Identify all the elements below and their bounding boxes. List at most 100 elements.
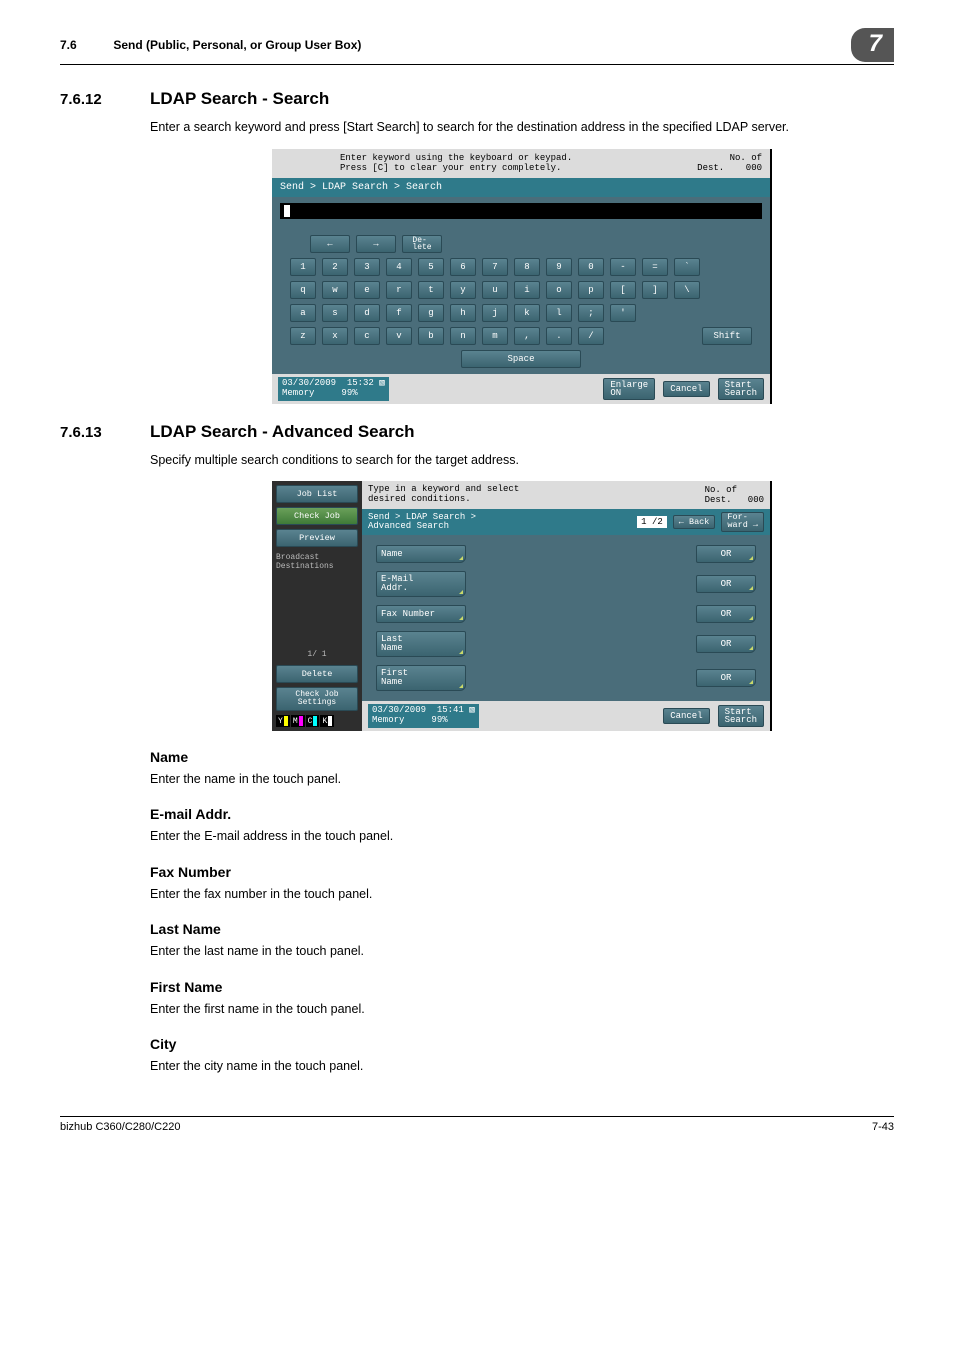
key-6[interactable]: 6 — [450, 258, 476, 276]
key-3[interactable]: 3 — [354, 258, 380, 276]
scr2-mempct: 99% — [431, 715, 447, 725]
scr1-dest-count: 000 — [746, 163, 762, 173]
key-f[interactable]: f — [386, 304, 412, 322]
key-,[interactable]: , — [514, 327, 540, 345]
key-d[interactable]: d — [354, 304, 380, 322]
key-\[interactable]: \ — [674, 281, 700, 299]
key-4[interactable]: 4 — [386, 258, 412, 276]
or-button[interactable]: OR — [696, 635, 756, 653]
key-1[interactable]: 1 — [290, 258, 316, 276]
cancel-button[interactable]: Cancel — [663, 381, 709, 397]
delete-button[interactable]: Delete — [276, 665, 358, 683]
key-o[interactable]: o — [546, 281, 572, 299]
key-b[interactable]: b — [418, 327, 444, 345]
section-title: LDAP Search - Advanced Search — [150, 422, 415, 442]
key-c[interactable]: c — [354, 327, 380, 345]
key-n[interactable]: n — [450, 327, 476, 345]
key-9[interactable]: 9 — [546, 258, 572, 276]
scr2-msg2: desired conditions. — [368, 495, 705, 505]
job-list-tab[interactable]: Job List — [276, 485, 358, 503]
key-i[interactable]: i — [514, 281, 540, 299]
key-k[interactable]: k — [514, 304, 540, 322]
key-z[interactable]: z — [290, 327, 316, 345]
key-][interactable]: ] — [642, 281, 668, 299]
field-heading-last: Last Name — [150, 921, 894, 937]
key-a[interactable]: a — [290, 304, 316, 322]
broadcast-label: Broadcast Destinations — [276, 551, 358, 573]
field-para-last: Enter the last name in the touch panel. — [150, 943, 894, 961]
scr2-page: 1 /2 — [637, 516, 667, 528]
key-;[interactable]: ; — [578, 304, 604, 322]
key-8[interactable]: 8 — [514, 258, 540, 276]
key-l[interactable]: l — [546, 304, 572, 322]
back-button[interactable]: ← Back — [673, 515, 716, 529]
key-0[interactable]: 0 — [578, 258, 604, 276]
or-button[interactable]: OR — [696, 575, 756, 593]
cancel-button[interactable]: Cancel — [663, 708, 709, 724]
key-`[interactable]: ` — [674, 258, 700, 276]
scr2-dest-label: No. of Dest. — [705, 485, 737, 505]
field-first-name[interactable]: First Name — [376, 665, 466, 691]
or-button[interactable]: OR — [696, 605, 756, 623]
key-q[interactable]: q — [290, 281, 316, 299]
key-s[interactable]: s — [322, 304, 348, 322]
key-5[interactable]: 5 — [418, 258, 444, 276]
field-name[interactable]: Name — [376, 545, 466, 563]
key-'[interactable]: ' — [610, 304, 636, 322]
key-.[interactable]: . — [546, 327, 572, 345]
key-j[interactable]: j — [482, 304, 508, 322]
key-t[interactable]: t — [418, 281, 444, 299]
section-7-6-13-heading: 7.6.13 LDAP Search - Advanced Search — [60, 422, 894, 442]
key-y[interactable]: y — [450, 281, 476, 299]
page-footer: bizhub C360/C280/C220 7-43 — [60, 1116, 894, 1133]
start-search-button[interactable]: Start Search — [718, 705, 764, 727]
preview-tab[interactable]: Preview — [276, 529, 358, 547]
scr1-input[interactable] — [280, 203, 762, 219]
key-[[interactable]: [ — [610, 281, 636, 299]
section-7-6-12-para: Enter a search keyword and press [Start … — [150, 119, 894, 137]
check-job-settings-button[interactable]: Check Job Settings — [276, 687, 358, 711]
key-u[interactable]: u — [482, 281, 508, 299]
key-w[interactable]: w — [322, 281, 348, 299]
start-search-button[interactable]: Start Search — [718, 378, 764, 400]
section-number: 7.6.13 — [60, 424, 150, 441]
key-r[interactable]: r — [386, 281, 412, 299]
header-section-title: Send (Public, Personal, or Group User Bo… — [113, 38, 361, 52]
key-p[interactable]: p — [578, 281, 604, 299]
key-x[interactable]: x — [322, 327, 348, 345]
check-job-tab[interactable]: Check Job — [276, 507, 358, 525]
field-para-first: Enter the first name in the touch panel. — [150, 1001, 894, 1019]
key-space[interactable]: Space — [461, 350, 581, 368]
key-arrow-left[interactable]: ← — [310, 235, 350, 253]
or-button[interactable]: OR — [696, 669, 756, 687]
enlarge-button[interactable]: Enlarge ON — [603, 378, 655, 400]
key-arrow-right[interactable]: → — [356, 235, 396, 253]
field-para-email: Enter the E-mail address in the touch pa… — [150, 828, 894, 846]
field-email[interactable]: E-Mail Addr. — [376, 571, 466, 597]
key-/[interactable]: / — [578, 327, 604, 345]
key-g[interactable]: g — [418, 304, 444, 322]
field-last-name[interactable]: Last Name — [376, 631, 466, 657]
key-shift[interactable]: Shift — [702, 327, 752, 345]
scr2-sidebar: Job List Check Job Preview Broadcast Des… — [272, 481, 362, 730]
field-para-fax: Enter the fax number in the touch panel. — [150, 886, 894, 904]
forward-button[interactable]: For- ward → — [721, 512, 764, 532]
field-para-city: Enter the city name in the touch panel. — [150, 1058, 894, 1076]
key-=[interactable]: = — [642, 258, 668, 276]
or-button[interactable]: OR — [696, 545, 756, 563]
key-7[interactable]: 7 — [482, 258, 508, 276]
field-fax[interactable]: Fax Number — [376, 605, 466, 623]
key--[interactable]: - — [610, 258, 636, 276]
scr1-date: 03/30/2009 — [282, 378, 336, 388]
section-7-6-12-heading: 7.6.12 LDAP Search - Search — [60, 89, 894, 109]
key-v[interactable]: v — [386, 327, 412, 345]
key-2[interactable]: 2 — [322, 258, 348, 276]
key-m[interactable]: m — [482, 327, 508, 345]
key-e[interactable]: e — [354, 281, 380, 299]
key-delete[interactable]: De- lete — [402, 235, 442, 253]
scr1-breadcrumb: Send > LDAP Search > Search — [272, 178, 770, 197]
scr2-date: 03/30/2009 — [372, 705, 426, 715]
onscreen-keyboard: ← → De- lete 1234567890-= ` qwertyuiop [] \… — [272, 225, 770, 374]
header-left: 7.6 Send (Public, Personal, or Group Use… — [60, 38, 851, 52]
key-h[interactable]: h — [450, 304, 476, 322]
